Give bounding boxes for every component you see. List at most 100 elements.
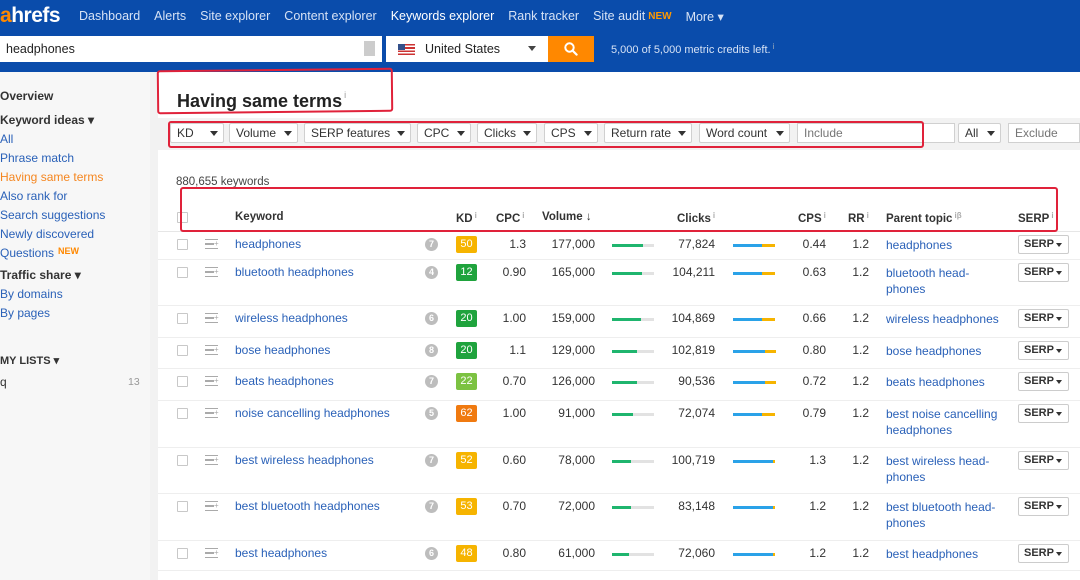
add-to-list-icon[interactable] [205, 267, 219, 277]
nav-site-explorer[interactable]: Site explorer [200, 9, 270, 23]
clicks-bar [733, 381, 776, 384]
volume-value: 177,000 [551, 237, 595, 251]
highlight-filters [168, 121, 924, 148]
row-checkbox[interactable] [177, 313, 188, 324]
row-checkbox[interactable] [177, 501, 188, 512]
keyword-link[interactable]: best wireless headphones [235, 453, 374, 467]
volume-bar-fill [612, 350, 637, 353]
nav-dashboard[interactable]: Dashboard [79, 9, 140, 23]
clicks-bar [733, 350, 776, 353]
nav-content-explorer[interactable]: Content explorer [284, 9, 376, 23]
serp-button[interactable]: SERP [1018, 372, 1069, 391]
add-to-list-icon[interactable] [205, 239, 219, 249]
match-all-select[interactable]: All [958, 123, 1001, 143]
ahrefs-logo[interactable]: ahrefs [0, 4, 74, 28]
sidebar-item-phrase-match[interactable]: Phrase match [0, 151, 74, 165]
sidebar-item-label: Questions [0, 246, 55, 260]
add-to-list-icon[interactable] [205, 345, 219, 355]
row-checkbox[interactable] [177, 455, 188, 466]
add-to-list-icon[interactable] [205, 501, 219, 511]
add-to-list-icon[interactable] [205, 408, 219, 418]
organic-clicks-fill [733, 506, 773, 509]
search-bar: United States 5,000 of 5,000 metric cred… [0, 32, 1080, 72]
parent-topic-link[interactable]: best bluetooth head-phones [886, 499, 1008, 531]
rr-value: 1.2 [852, 311, 869, 325]
sidebar-traffic-share[interactable]: Traffic share ▾ [0, 268, 81, 282]
row-checkbox[interactable] [177, 408, 188, 419]
serp-button[interactable]: SERP [1018, 544, 1069, 563]
exclude-input[interactable] [1008, 123, 1080, 143]
sidebar-my-lists[interactable]: MY LISTS ▾ [0, 354, 59, 367]
paid-clicks-fill [765, 350, 776, 353]
serp-button[interactable]: SERP [1018, 404, 1069, 423]
parent-topic-link[interactable]: best headphones [886, 546, 1008, 562]
parent-topic-link[interactable]: best noise cancelling headphones [886, 406, 1008, 438]
keyword-link[interactable]: wireless headphones [235, 311, 348, 325]
serp-button[interactable]: SERP [1018, 497, 1069, 516]
parent-topic-link[interactable]: bluetooth head-phones [886, 265, 1008, 297]
keyword-link[interactable]: beats headphones [235, 374, 334, 388]
chevron-down-icon [1056, 412, 1062, 416]
serp-button[interactable]: SERP [1018, 341, 1069, 360]
sidebar-overview[interactable]: Overview [0, 89, 53, 103]
list-item[interactable]: q [0, 375, 7, 389]
table-row: headphones 7 50 1.3 177,000 77,824 0.44 1.2 head… [158, 232, 1080, 260]
search-button[interactable] [548, 36, 594, 62]
clicks-bar [733, 460, 775, 463]
parent-topic-link[interactable]: beats headphones [886, 374, 1008, 390]
cpc-value: 0.70 [502, 499, 526, 513]
nav-more[interactable]: More ▾ [686, 9, 724, 24]
nav-site-audit[interactable]: Site audit [593, 9, 645, 23]
serp-button[interactable]: SERP [1018, 309, 1069, 328]
row-checkbox[interactable] [177, 345, 188, 356]
parent-topic-link[interactable]: wireless headphones [886, 311, 1008, 327]
sidebar-item-newly-discovered[interactable]: Newly discovered [0, 227, 94, 241]
keyword-link[interactable]: bluetooth headphones [235, 265, 354, 279]
nav-rank-tracker[interactable]: Rank tracker [508, 9, 579, 23]
volume-value: 78,000 [558, 453, 595, 467]
serp-label: SERP [1024, 454, 1054, 466]
table-row: bluetooth headphones 4 12 0.90 165,000 104,21… [158, 260, 1080, 306]
volume-bar-fill [612, 553, 629, 556]
sidebar-item-also-rank-for[interactable]: Also rank for [0, 189, 67, 203]
keyword-link[interactable]: best headphones [235, 546, 327, 560]
sidebar-item-all[interactable]: All [0, 132, 13, 146]
keyword-link[interactable]: bose headphones [235, 343, 330, 357]
nav-alerts[interactable]: Alerts [154, 9, 186, 23]
serp-button[interactable]: SERP [1018, 235, 1069, 254]
info-icon[interactable]: i [773, 42, 775, 51]
keyword-link[interactable]: noise cancelling headphones [235, 406, 390, 420]
sidebar-item-search-suggestions[interactable]: Search suggestions [0, 208, 105, 222]
country-select[interactable]: United States [386, 36, 548, 62]
volume-value: 159,000 [551, 311, 595, 325]
add-to-list-icon[interactable] [205, 376, 219, 386]
sidebar-item-by-domains[interactable]: By domains [0, 287, 63, 301]
sidebar-item-questions[interactable]: Questions NEW [0, 246, 79, 260]
document-icon[interactable] [364, 41, 375, 56]
word-count-badge: 7 [425, 238, 438, 251]
serp-button[interactable]: SERP [1018, 451, 1069, 470]
row-checkbox[interactable] [177, 376, 188, 387]
keyword-link[interactable]: headphones [235, 237, 301, 251]
row-checkbox[interactable] [177, 548, 188, 559]
sidebar-item-having-same-terms[interactable]: Having same terms [0, 170, 103, 184]
add-to-list-icon[interactable] [205, 455, 219, 465]
clicks-value: 104,869 [671, 311, 715, 325]
parent-topic-link[interactable]: best wireless head-phones [886, 453, 1008, 485]
sidebar-keyword-ideas[interactable]: Keyword ideas ▾ [0, 113, 94, 127]
add-to-list-icon[interactable] [205, 548, 219, 558]
serp-label: SERP [1024, 266, 1054, 278]
nav-keywords-explorer[interactable]: Keywords explorer [391, 9, 495, 23]
search-input[interactable] [0, 36, 382, 62]
parent-topic-link[interactable]: headphones [886, 237, 1008, 253]
serp-button[interactable]: SERP [1018, 263, 1069, 282]
add-to-list-icon[interactable] [205, 313, 219, 323]
row-checkbox[interactable] [177, 267, 188, 278]
cps-value: 0.66 [802, 311, 826, 325]
sidebar-item-by-pages[interactable]: By pages [0, 306, 50, 320]
word-count-badge: 5 [425, 407, 438, 420]
rr-value: 1.2 [852, 499, 869, 513]
row-checkbox[interactable] [177, 239, 188, 250]
parent-topic-link[interactable]: bose headphones [886, 343, 1008, 359]
keyword-link[interactable]: best bluetooth headphones [235, 499, 380, 513]
